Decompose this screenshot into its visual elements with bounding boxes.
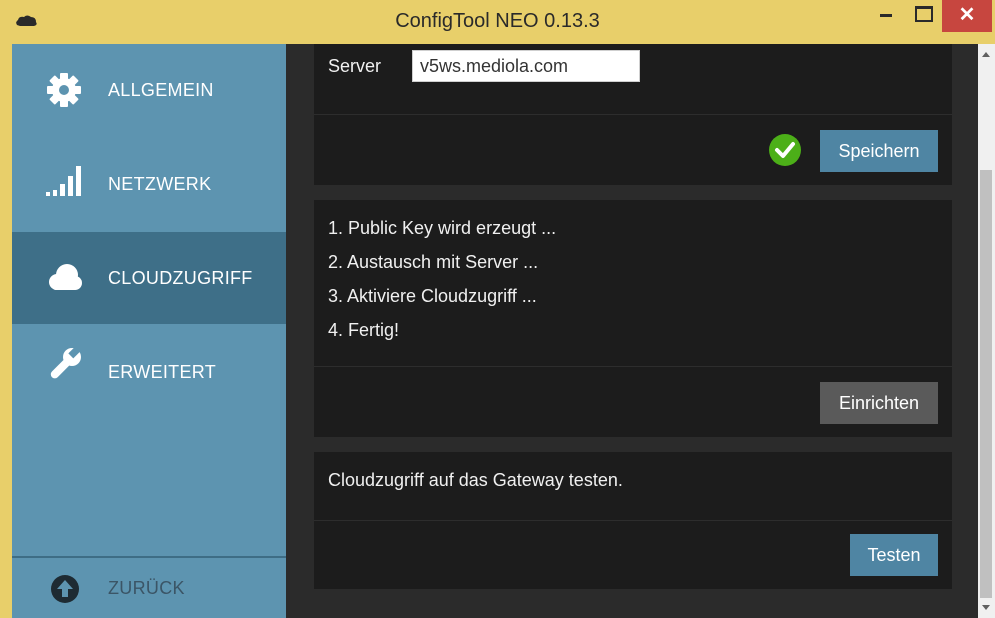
sidebar-item-label: ERWEITERT [108,362,217,382]
setup-panel: 1. Public Key wird erzeugt ... 2. Austau… [314,200,952,437]
setup-step: 3. Aktiviere Cloudzugriff ... [328,286,537,306]
sidebar-item-label: NETZWERK [108,174,212,194]
sidebar-item-erweitert[interactable]: ERWEITERT [12,326,286,418]
setup-button[interactable]: Einrichten [820,382,938,424]
panel-divider [314,366,952,367]
app-window: ConfigTool NEO 0.13.3 ✕ ALLGEMEIN NETZWE… [0,0,995,618]
test-panel: Cloudzugriff auf das Gateway testen. Tes… [314,452,952,589]
arrow-up-circle-icon [51,575,79,603]
close-button[interactable]: ✕ [942,0,992,32]
scroll-down-arrow-icon[interactable] [982,605,990,610]
panel-divider [314,520,952,521]
close-icon: ✕ [958,4,976,26]
test-button[interactable]: Testen [850,534,938,576]
test-description: Cloudzugriff auf das Gateway testen. [328,470,623,490]
cloud-icon [49,264,82,290]
gear-icon [47,73,81,107]
signal-bars-icon [46,166,81,196]
back-button[interactable]: ZURÜCK [12,558,286,618]
setup-step: 1. Public Key wird erzeugt ... [328,218,557,238]
save-button[interactable]: Speichern [820,130,938,172]
setup-step: 2. Austausch mit Server ... [328,252,539,272]
check-circle-icon [769,134,801,166]
panel-divider [314,114,952,115]
sidebar: ALLGEMEIN NETZWERK CLOUDZUGRIFF ERWEITER… [12,44,286,618]
scroll-up-arrow-icon[interactable] [982,52,990,57]
maximize-button[interactable] [906,0,940,32]
sidebar-item-cloudzugriff[interactable]: CLOUDZUGRIFF [12,232,286,324]
server-label: Server [328,56,382,76]
setup-step: 4. Fertig! [328,320,400,340]
server-panel: Server Speichern [314,44,952,185]
sidebar-item-label: ALLGEMEIN [108,80,214,100]
sidebar-item-allgemein[interactable]: ALLGEMEIN [12,44,286,136]
title-bar[interactable]: ConfigTool NEO 0.13.3 ✕ [0,0,995,44]
content-area: Server Speichern 1. Public Key wird erze… [286,44,978,618]
back-label: ZURÜCK [108,578,185,598]
vertical-scrollbar[interactable] [978,44,995,618]
minimize-button[interactable] [870,0,904,32]
window-title: ConfigTool NEO 0.13.3 [395,10,600,32]
sidebar-item-label: CLOUDZUGRIFF [108,268,253,288]
sidebar-item-netzwerk[interactable]: NETZWERK [12,138,286,230]
wrench-icon [50,346,82,379]
server-input[interactable] [412,50,640,82]
scroll-thumb[interactable] [980,170,992,598]
